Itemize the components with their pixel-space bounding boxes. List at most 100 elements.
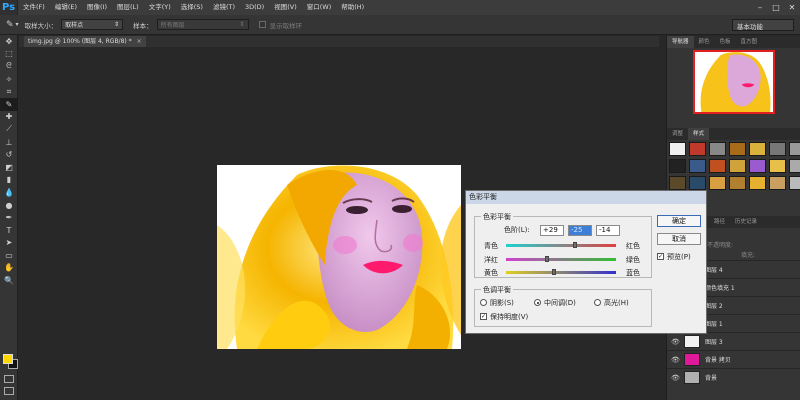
crop-tool-icon[interactable]: ⌗ [0, 85, 18, 98]
tab-history[interactable]: 历史记录 [730, 216, 762, 228]
menu-view[interactable]: 视图(V) [269, 0, 302, 15]
level-magenta-green-input[interactable]: -25 [568, 225, 592, 236]
menu-edit[interactable]: 编辑(E) [50, 0, 82, 15]
menu-layer[interactable]: 图层(L) [112, 0, 144, 15]
gradient-tool-icon[interactable]: ▮ [0, 174, 18, 187]
menu-filter[interactable]: 滤镜(T) [208, 0, 240, 15]
zoom-tool-icon[interactable]: 🔍 [0, 274, 18, 287]
maximize-button[interactable]: □ [768, 0, 784, 15]
magenta-green-slider-thumb[interactable] [545, 256, 550, 262]
close-icon[interactable]: × [137, 38, 142, 45]
style-swatch[interactable] [769, 176, 786, 190]
menu-select[interactable]: 选择(S) [176, 0, 208, 15]
style-swatch[interactable] [789, 142, 800, 156]
style-swatch[interactable] [709, 176, 726, 190]
tab-navigator[interactable]: 导航器 [667, 36, 694, 48]
style-swatch[interactable] [669, 176, 686, 190]
visibility-eye-icon[interactable]: 👁 [671, 374, 681, 382]
menu-help[interactable]: 帮助(H) [336, 0, 369, 15]
preview-checkbox[interactable]: ✓ [657, 253, 664, 260]
tab-styles[interactable]: 样式 [688, 128, 710, 140]
clone-stamp-tool-icon[interactable]: ⊥ [0, 136, 18, 149]
dodge-tool-icon[interactable]: ● [0, 199, 18, 212]
tab-paths[interactable]: 路径 [709, 216, 730, 228]
style-swatch[interactable] [689, 142, 706, 156]
layer-row[interactable]: 👁 背景 [667, 368, 800, 386]
style-swatch[interactable] [749, 142, 766, 156]
tab-histogram[interactable]: 直方图 [736, 36, 763, 48]
cancel-button[interactable]: 取消 [657, 233, 701, 245]
style-swatch[interactable] [769, 159, 786, 173]
style-swatch[interactable] [689, 176, 706, 190]
close-window-button[interactable]: ✕ [784, 0, 800, 15]
cyan-red-slider[interactable] [506, 242, 616, 248]
menu-window[interactable]: 窗口(W) [302, 0, 337, 15]
history-brush-tool-icon[interactable]: ↺ [0, 148, 18, 161]
level-yellow-blue-input[interactable]: -14 [596, 225, 620, 236]
layer-thumbnail [684, 353, 700, 366]
path-selection-tool-icon[interactable]: ➤ [0, 237, 18, 250]
minimize-button[interactable]: – [752, 0, 768, 15]
tool-preset-chevron-icon[interactable]: ▾ [16, 21, 19, 28]
sample-size-select[interactable]: 取样点 ⇕ [61, 19, 124, 30]
sample-select[interactable]: 所有图层 ⇕ [156, 19, 249, 30]
style-swatch[interactable] [709, 159, 726, 173]
style-swatch[interactable] [769, 142, 786, 156]
style-swatch[interactable] [669, 159, 686, 173]
menu-file[interactable]: 文件(F) [18, 0, 50, 15]
level-cyan-red-input[interactable]: +29 [540, 225, 564, 236]
navigator-panel-tabs: 导航器 颜色 色板 直方图 [667, 36, 800, 48]
yellow-blue-slider[interactable] [506, 269, 616, 275]
highlights-radio[interactable] [594, 299, 601, 306]
style-swatch[interactable] [729, 176, 746, 190]
foreground-color-swatch[interactable] [3, 354, 13, 364]
pen-tool-icon[interactable]: ✒ [0, 211, 18, 224]
layer-row[interactable]: 👁 图层 3 [667, 332, 800, 350]
shape-tool-icon[interactable]: ▭ [0, 249, 18, 262]
workspace-select[interactable]: 基本功能 [732, 19, 794, 31]
style-swatch[interactable] [729, 142, 746, 156]
tab-adjustments[interactable]: 调整 [667, 128, 688, 140]
magenta-green-slider[interactable] [506, 256, 616, 262]
lasso-tool-icon[interactable]: ᘓ [0, 60, 18, 73]
ok-button[interactable]: 确定 [657, 215, 701, 227]
document-tab[interactable]: timg.jpg @ 100% (图层 4, RGB/8) * × [24, 36, 146, 47]
midtones-radio[interactable] [534, 299, 541, 306]
shadows-radio[interactable] [480, 299, 487, 306]
hand-tool-icon[interactable]: ✋ [0, 262, 18, 275]
type-tool-icon[interactable]: T [0, 224, 18, 237]
tab-swatches[interactable]: 色板 [715, 36, 736, 48]
preserve-luminosity-checkbox[interactable]: ✓ [480, 313, 487, 320]
visibility-eye-icon[interactable]: 👁 [671, 356, 681, 364]
eyedropper-icon[interactable]: ✎ [6, 20, 14, 30]
style-swatch[interactable] [789, 176, 800, 190]
style-swatch[interactable] [729, 159, 746, 173]
marquee-tool-icon[interactable]: ⬚ [0, 48, 18, 61]
visibility-eye-icon[interactable]: 👁 [671, 338, 681, 346]
style-swatch[interactable] [709, 142, 726, 156]
blur-tool-icon[interactable]: 💧 [0, 186, 18, 199]
menu-image[interactable]: 图像(I) [82, 0, 112, 15]
cyan-red-slider-thumb[interactable] [572, 242, 577, 248]
style-swatch[interactable] [789, 159, 800, 173]
yellow-blue-slider-thumb[interactable] [551, 269, 556, 275]
healing-brush-tool-icon[interactable]: ✚ [0, 111, 18, 124]
move-tool-icon[interactable]: ✥ [0, 35, 18, 48]
style-swatch[interactable] [689, 159, 706, 173]
brush-tool-icon[interactable]: ⟋ [0, 123, 18, 136]
menu-type[interactable]: 文字(Y) [144, 0, 176, 15]
style-swatch[interactable] [749, 159, 766, 173]
navigator-thumbnail[interactable] [693, 50, 775, 114]
document-image[interactable] [217, 165, 461, 349]
screen-mode-icon[interactable] [4, 387, 14, 395]
quick-mask-icon[interactable] [4, 375, 14, 383]
style-swatch[interactable] [749, 176, 766, 190]
style-swatch[interactable] [669, 142, 686, 156]
tab-color[interactable]: 颜色 [694, 36, 715, 48]
eyedropper-tool-icon[interactable]: ✎ [0, 97, 18, 111]
eraser-tool-icon[interactable]: ◩ [0, 161, 18, 174]
magic-wand-tool-icon[interactable]: ✧ [0, 73, 18, 86]
layer-row[interactable]: 👁 背景 拷贝 [667, 350, 800, 368]
menu-3d[interactable]: 3D(D) [240, 0, 269, 15]
show-ring-checkbox[interactable] [258, 21, 266, 28]
